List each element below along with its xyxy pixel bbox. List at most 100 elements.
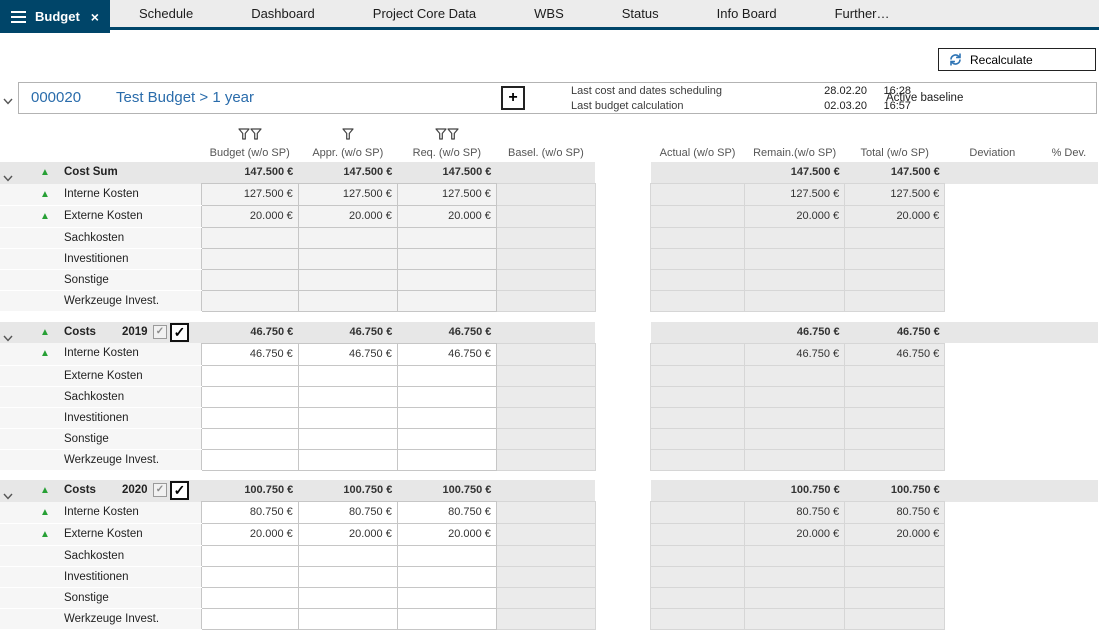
cell-req[interactable]: [397, 428, 496, 449]
cell-appr[interactable]: [298, 546, 397, 567]
menu-icon[interactable]: [11, 11, 26, 23]
cell-appr: [298, 291, 397, 312]
row-label-cell: ▲Interne Kosten: [0, 184, 201, 206]
include-checkbox[interactable]: ✓: [170, 323, 189, 342]
cell-appr: [298, 270, 397, 291]
cell-budget[interactable]: [201, 365, 298, 386]
row-label: Werkzeuge Invest.: [64, 450, 159, 471]
cell-budget[interactable]: 46.750 €: [201, 343, 298, 365]
funnel-filter-double-icon[interactable]: [238, 131, 262, 143]
table-row: Sonstige: [0, 588, 1098, 609]
tab-wbs[interactable]: WBS: [505, 0, 593, 27]
column-header-budget[interactable]: Budget (w/o SP): [201, 144, 298, 162]
column-header-total[interactable]: Total (w/o SP): [845, 144, 945, 162]
row-label-cell: Werkzeuge Invest.: [0, 291, 201, 312]
cell-appr[interactable]: [298, 428, 397, 449]
table-row: Sachkosten: [0, 546, 1098, 567]
cell-basel: [496, 291, 595, 312]
cell-budget[interactable]: [201, 588, 298, 609]
column-header-actual[interactable]: Actual (w/o SP): [651, 144, 745, 162]
cell-req[interactable]: [397, 386, 496, 407]
cell-budget: [201, 228, 298, 249]
cell-actual: [651, 502, 745, 524]
cell-actual: [651, 449, 745, 470]
cell-req[interactable]: [397, 546, 496, 567]
cell-appr: 127.500 €: [298, 184, 397, 206]
cell-appr[interactable]: [298, 449, 397, 470]
cell-req: [397, 249, 496, 270]
column-header-remain[interactable]: Remain.(w/o SP): [745, 144, 845, 162]
cell-appr[interactable]: 20.000 €: [298, 524, 397, 546]
cell-appr[interactable]: 46.750 €: [298, 343, 397, 365]
cell-budget[interactable]: [201, 428, 298, 449]
table-body: ▲Cost Sum147.500 €147.500 €147.500 €147.…: [0, 162, 1098, 630]
cell-basel: [496, 567, 595, 588]
cell-budget[interactable]: [201, 546, 298, 567]
funnel-filter-double-icon[interactable]: [435, 131, 459, 143]
tab-status[interactable]: Status: [593, 0, 688, 27]
column-header-appr[interactable]: Appr. (w/o SP): [298, 144, 397, 162]
status-triangle-icon: ▲: [40, 502, 50, 523]
cell-budget[interactable]: [201, 609, 298, 630]
cell-total: 46.750 €: [845, 343, 945, 365]
cell-req[interactable]: [397, 407, 496, 428]
cell-appr[interactable]: [298, 386, 397, 407]
cell-req[interactable]: [397, 449, 496, 470]
info-row: Last cost and dates scheduling 28.02.20 …: [571, 84, 911, 99]
cell-req[interactable]: [397, 567, 496, 588]
cell-appr[interactable]: 80.750 €: [298, 502, 397, 524]
tab-project-core-data[interactable]: Project Core Data: [344, 0, 505, 27]
project-expander-icon[interactable]: [3, 92, 13, 110]
cell-basel: [496, 206, 595, 228]
add-button[interactable]: +: [501, 86, 525, 110]
cell-budget[interactable]: [201, 567, 298, 588]
tab-budget-active[interactable]: Budget ×: [0, 0, 110, 33]
row-label: Cost Sum: [64, 162, 118, 183]
cell-req: [397, 228, 496, 249]
cell-req: 46.750 €: [397, 322, 496, 344]
cell-appr[interactable]: [298, 365, 397, 386]
tab-info-board[interactable]: Info Board: [688, 0, 806, 27]
include-checkbox[interactable]: ✓: [170, 481, 189, 500]
row-label: Investitionen: [64, 567, 129, 588]
cell-budget[interactable]: [201, 407, 298, 428]
cell-remain: [745, 428, 845, 449]
cell-pdev: [1040, 386, 1098, 407]
tab-schedule[interactable]: Schedule: [110, 0, 222, 27]
column-header-req[interactable]: Req. (w/o SP): [397, 144, 496, 162]
row-label: Sachkosten: [64, 228, 124, 249]
column-header-basel[interactable]: Basel. (w/o SP): [496, 144, 595, 162]
funnel-filter-single-icon[interactable]: [342, 131, 354, 143]
cell-req[interactable]: 80.750 €: [397, 502, 496, 524]
column-header-deviation[interactable]: Deviation: [945, 144, 1040, 162]
cell-req[interactable]: [397, 609, 496, 630]
tab-dashboard[interactable]: Dashboard: [222, 0, 344, 27]
cell-budget[interactable]: [201, 386, 298, 407]
table-row: Investitionen: [0, 249, 1098, 270]
cell-appr[interactable]: [298, 588, 397, 609]
cell-req[interactable]: [397, 365, 496, 386]
info-date: 02.03.20: [809, 99, 867, 114]
cell-total: 147.500 €: [845, 162, 945, 184]
tab-further[interactable]: Further…: [806, 0, 919, 27]
recalculate-button[interactable]: Recalculate: [938, 48, 1096, 71]
cell-appr[interactable]: [298, 567, 397, 588]
cell-budget[interactable]: [201, 449, 298, 470]
cell-budget[interactable]: 80.750 €: [201, 502, 298, 524]
cell-budget[interactable]: 20.000 €: [201, 524, 298, 546]
cell-remain: [745, 609, 845, 630]
column-header-pdev[interactable]: % Dev.: [1040, 144, 1098, 162]
cell-req[interactable]: 46.750 €: [397, 343, 496, 365]
cell-req[interactable]: 20.000 €: [397, 524, 496, 546]
cell-remain: 80.750 €: [745, 502, 845, 524]
cell-req[interactable]: [397, 588, 496, 609]
cell-basel: [496, 270, 595, 291]
cell-appr[interactable]: [298, 609, 397, 630]
locked-checkbox: ✓: [153, 325, 167, 339]
close-tab-icon[interactable]: ×: [91, 9, 99, 25]
table-row: ▲Interne Kosten80.750 €80.750 €80.750 €8…: [0, 502, 1098, 524]
cell-deviation: [945, 428, 1040, 449]
row-label: Interne Kosten: [64, 343, 139, 364]
cell-appr[interactable]: [298, 407, 397, 428]
cell-budget: 147.500 €: [201, 162, 298, 184]
